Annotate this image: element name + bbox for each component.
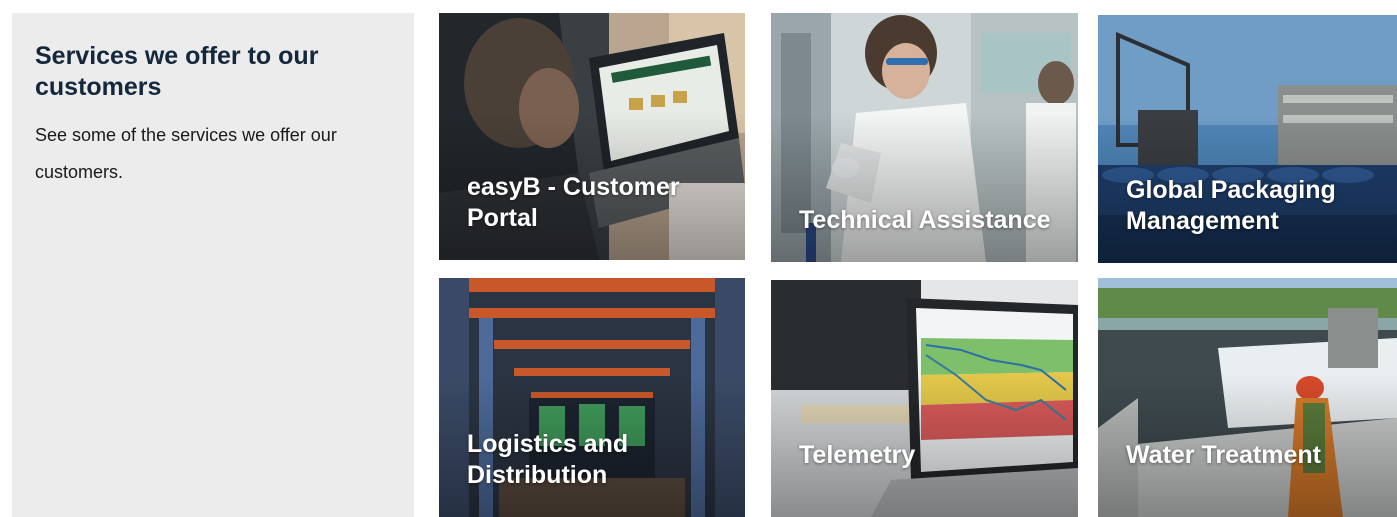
- service-card-telemetry[interactable]: Telemetry: [771, 280, 1078, 517]
- service-card-label: Technical Assistance: [799, 206, 1051, 234]
- service-card-global-packaging-management[interactable]: Global Packaging Management: [1098, 15, 1397, 263]
- services-heading: Services we offer to our customers: [35, 42, 319, 101]
- services-description: See some of the services we offer our cu…: [35, 125, 337, 182]
- service-card-technical-assistance[interactable]: Technical Assistance: [771, 13, 1078, 262]
- service-card-label: Global Packaging Management: [1126, 176, 1336, 235]
- service-card-water-treatment[interactable]: Water Treatment: [1098, 278, 1397, 517]
- service-card-label: easyB - Customer Portal: [467, 173, 680, 232]
- service-card-logistics-and-distribution[interactable]: Logistics and Distribution: [439, 278, 745, 517]
- services-intro-panel: Services we offer to our customers See s…: [12, 13, 414, 517]
- service-card-easyb-customer-portal[interactable]: easyB - Customer Portal: [439, 13, 745, 260]
- service-card-label: Water Treatment: [1126, 441, 1321, 469]
- service-card-label: Logistics and Distribution: [467, 430, 629, 489]
- service-card-label: Telemetry: [799, 441, 916, 469]
